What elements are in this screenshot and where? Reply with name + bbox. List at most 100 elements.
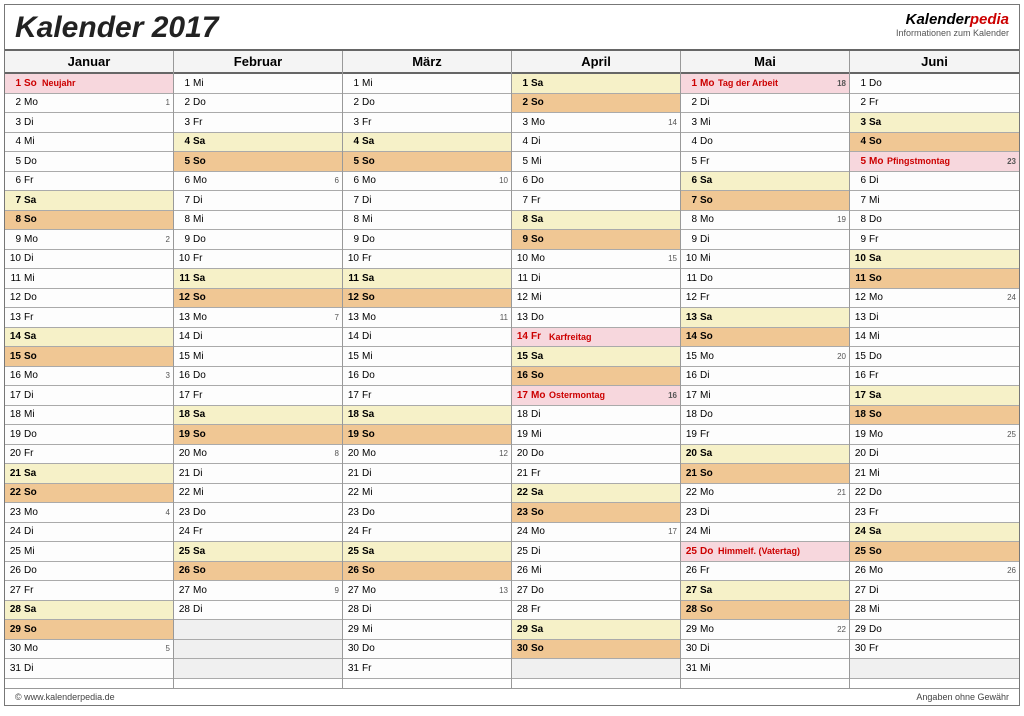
day-row: 3Di [5, 113, 173, 133]
day-number: 18 [346, 409, 362, 420]
day-row: 2So [512, 94, 680, 114]
weekday: Mi [362, 487, 380, 498]
day-row: 19Do [5, 425, 173, 445]
week-number: 17 [668, 527, 677, 536]
day-row: 4Di [512, 133, 680, 153]
holiday-name: Neujahr [42, 78, 170, 88]
day-number: 4 [177, 136, 193, 147]
day-number: 9 [515, 234, 531, 245]
day-row: 1Mi [174, 74, 342, 94]
day-row [512, 659, 680, 679]
day-number: 11 [515, 273, 531, 284]
day-row: 10Mi [681, 250, 849, 270]
day-number: 14 [346, 331, 362, 342]
day-row: 19Mo25 [850, 425, 1019, 445]
day-row: 19Mi [512, 425, 680, 445]
weekday: Fr [24, 312, 42, 323]
month-header: Januar [5, 51, 173, 74]
month-header: Februar [174, 51, 342, 74]
day-number: 12 [515, 292, 531, 303]
weekday: Di [24, 117, 42, 128]
day-row: 2Mo1 [5, 94, 173, 114]
weekday: Fr [531, 331, 549, 342]
day-row: 1SoNeujahr [5, 74, 173, 94]
day-number: 28 [177, 604, 193, 615]
week-number: 22 [837, 625, 846, 634]
day-number: 23 [853, 507, 869, 518]
weekday: So [24, 487, 42, 498]
week-number: 11 [500, 313, 508, 322]
day-number: 12 [8, 292, 24, 303]
weekday: Fr [362, 117, 380, 128]
weekday: Fr [869, 97, 887, 108]
day-row: 27Mo13 [343, 581, 511, 601]
day-row: 29Mo22 [681, 620, 849, 640]
week-number: 18 [837, 79, 846, 88]
weekday: Do [362, 370, 380, 381]
weekday: Di [24, 390, 42, 401]
day-row: 4Do [681, 133, 849, 153]
day-row: 25DoHimmelf. (Vatertag) [681, 542, 849, 562]
day-row: 20Di [850, 445, 1019, 465]
weekday: Sa [531, 487, 549, 498]
day-number: 14 [177, 331, 193, 342]
weekday: Di [193, 331, 211, 342]
month-column: Januar1SoNeujahr2Mo13Di4Mi5Do6Fr7Sa8So9M… [5, 51, 174, 688]
day-row: 13Fr [5, 308, 173, 328]
day-number: 7 [684, 195, 700, 206]
day-number: 1 [853, 78, 869, 89]
day-number: 28 [515, 604, 531, 615]
weekday: Do [24, 429, 42, 440]
day-row: 26So [174, 562, 342, 582]
day-row: 11Mi [5, 269, 173, 289]
day-number: 31 [684, 663, 700, 674]
day-number: 7 [8, 195, 24, 206]
day-number: 17 [8, 390, 24, 401]
weekday: Sa [362, 409, 380, 420]
day-number: 9 [177, 234, 193, 245]
day-row: 18Do [681, 406, 849, 426]
weekday: Di [869, 585, 887, 596]
day-row: 14Sa [5, 328, 173, 348]
weekday: So [869, 273, 887, 284]
day-number: 4 [8, 136, 24, 147]
day-number: 23 [346, 507, 362, 518]
weekday: Di [193, 604, 211, 615]
week-number: 9 [335, 586, 339, 595]
day-number: 19 [515, 429, 531, 440]
day-number: 5 [515, 156, 531, 167]
day-number: 20 [853, 448, 869, 459]
day-row: 24Di [5, 523, 173, 543]
day-number: 11 [684, 273, 700, 284]
day-number: 1 [515, 78, 531, 89]
holiday-name: Ostermontag [549, 390, 677, 400]
day-row: 4Mi [5, 133, 173, 153]
weekday: Di [24, 663, 42, 674]
day-row: 4So [850, 133, 1019, 153]
day-number: 22 [177, 487, 193, 498]
day-row: 12Mi [512, 289, 680, 309]
day-row: 29Mi [343, 620, 511, 640]
day-row: 30Fr [850, 640, 1019, 660]
weekday: So [362, 429, 380, 440]
day-row: 4Sa [174, 133, 342, 153]
day-number: 10 [684, 253, 700, 264]
week-number: 24 [1007, 293, 1016, 302]
day-row: 9Fr [850, 230, 1019, 250]
weekday: Di [531, 546, 549, 557]
day-row: 12So [174, 289, 342, 309]
day-row: 10Di [5, 250, 173, 270]
day-number: 21 [515, 468, 531, 479]
day-number: 22 [684, 487, 700, 498]
calendar-page: Kalender 2017 Kalenderpedia Informatione… [4, 4, 1020, 706]
weekday: Sa [24, 195, 42, 206]
day-number: 11 [177, 273, 193, 284]
day-row: 23So [512, 503, 680, 523]
day-number: 20 [515, 448, 531, 459]
week-number: 21 [837, 488, 846, 497]
day-row: 11So [850, 269, 1019, 289]
weekday: Do [531, 585, 549, 596]
day-row: 15So [5, 347, 173, 367]
weekday: Fr [700, 429, 718, 440]
day-number: 5 [853, 156, 869, 167]
